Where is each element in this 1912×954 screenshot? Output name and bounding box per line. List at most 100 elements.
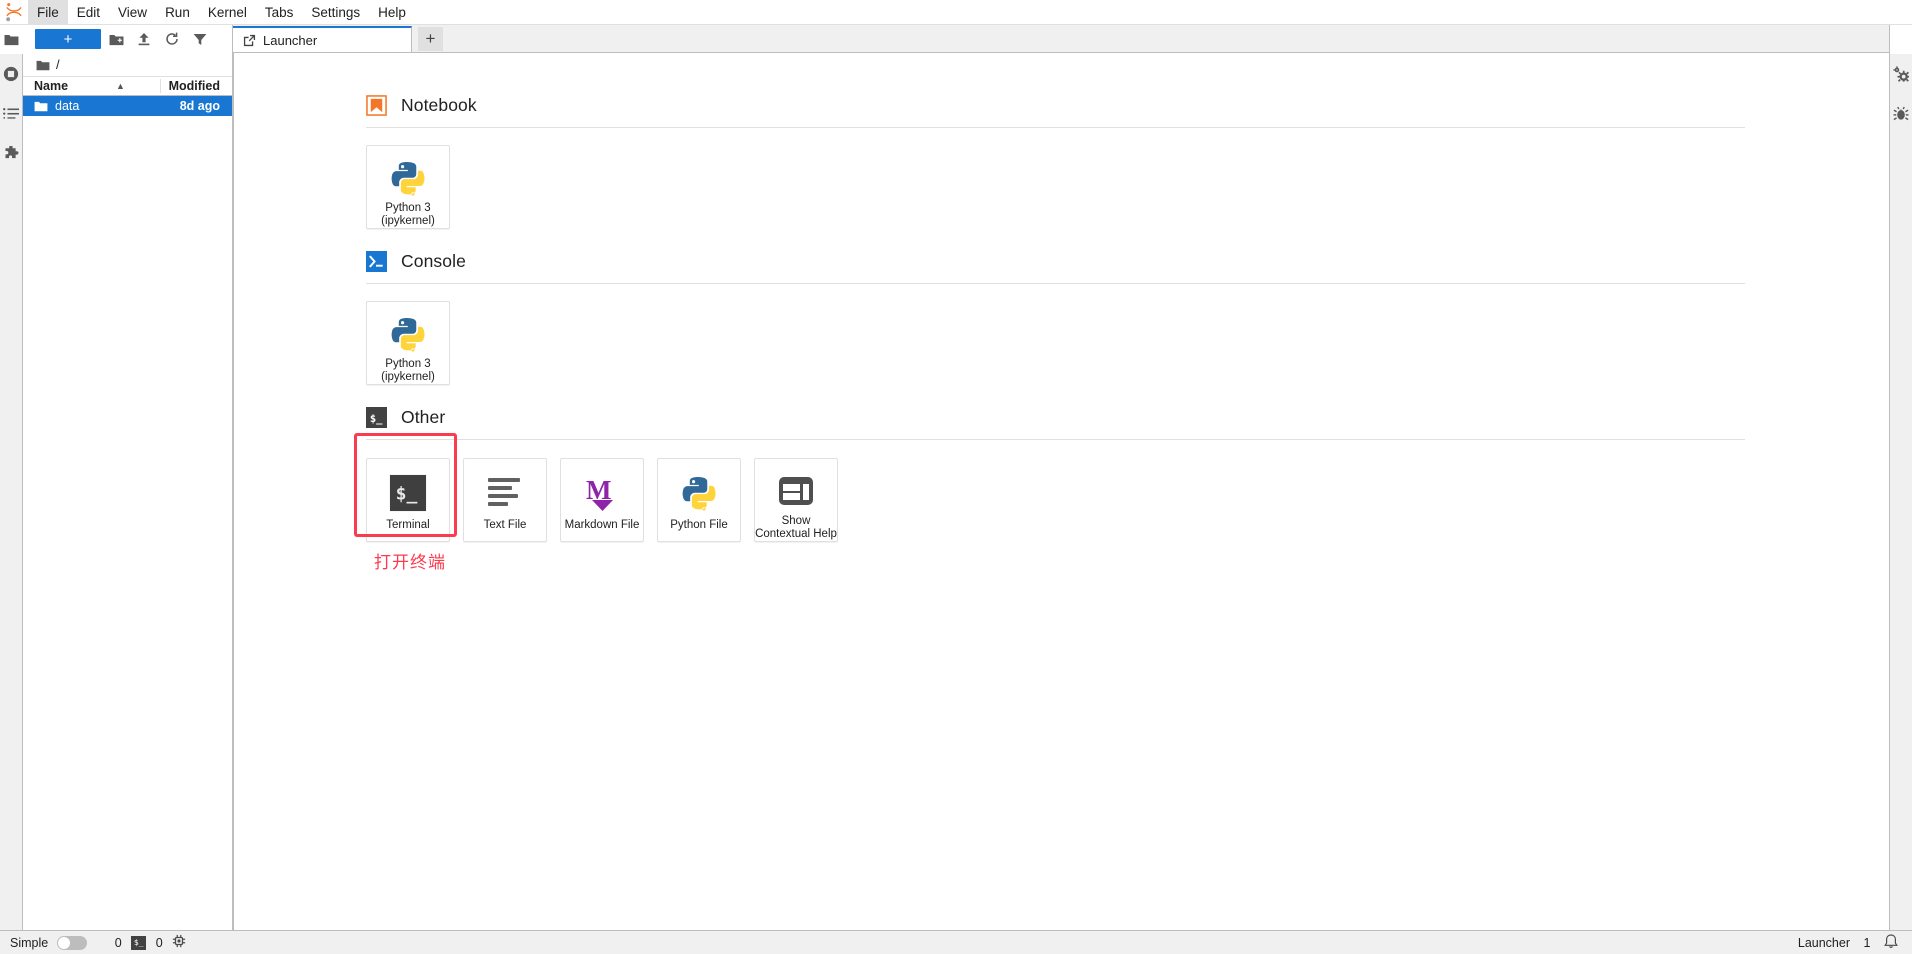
card-label-line1: Python 3 <box>385 358 431 370</box>
section-header: $_ Other <box>366 407 1745 440</box>
svg-text:$_: $_ <box>396 484 418 505</box>
right-sidebar <box>1889 25 1912 930</box>
card-label: Show Contextual Help <box>755 515 837 541</box>
new-launcher-button[interactable]: + <box>35 29 101 49</box>
bell-icon[interactable] <box>1884 933 1898 952</box>
breadcrumb[interactable]: / <box>23 54 232 76</box>
card-label: Python File <box>670 519 728 531</box>
column-header-name[interactable]: Name ▲ <box>34 79 160 93</box>
tab-launcher[interactable]: Launcher <box>233 26 412 52</box>
file-browser-panel: + / Name ▲ Modified data 8d ago <box>23 25 233 930</box>
menu-bar: File Edit View Run Kernel Tabs Settings … <box>0 0 1912 25</box>
left-sidebar <box>0 25 23 930</box>
file-list: data 8d ago <box>23 96 232 930</box>
notification-count: 1 <box>1863 935 1871 950</box>
card-grid: Python 3 (ipykernel) <box>366 128 1745 229</box>
menu-settings[interactable]: Settings <box>302 0 369 25</box>
file-modified: 8d ago <box>179 99 220 113</box>
breadcrumb-path: / <box>56 57 60 72</box>
card-grid: $_ Terminal Text File M Markdown File Py… <box>366 440 1745 542</box>
toggle-knob <box>58 936 71 949</box>
section-header: Notebook <box>366 95 1745 128</box>
markdown-icon: M <box>584 472 620 514</box>
section-title: Other <box>401 407 446 427</box>
upload-button[interactable] <box>131 28 157 50</box>
card-label: Markdown File <box>564 519 640 531</box>
notebook-bookmark-icon <box>366 95 387 116</box>
terminal-badge-icon: $_ <box>131 935 147 950</box>
console-prompt-icon <box>366 251 387 272</box>
launcher-icon <box>243 34 256 46</box>
file-list-item[interactable]: data 8d ago <box>23 96 232 116</box>
upload-icon <box>138 33 150 46</box>
dock-area: Launcher + Notebook Python 3 (ipykernel)… <box>233 25 1889 930</box>
jupyterlab-window: File Edit View Run Kernel Tabs Settings … <box>0 0 1912 954</box>
menu-edit[interactable]: Edit <box>68 0 109 25</box>
status-current-tab[interactable]: Launcher <box>1798 936 1850 950</box>
python-logo-icon <box>389 315 427 353</box>
card-label: Python 3 (ipykernel) <box>367 202 449 228</box>
python-logo-icon <box>680 472 718 514</box>
property-inspector-icon <box>1893 66 1909 82</box>
file-browser-toolbar: + <box>23 25 232 54</box>
folder-icon <box>36 60 50 70</box>
launcher-card-text-file[interactable]: Text File <box>463 458 547 542</box>
file-name: data <box>55 99 80 113</box>
main-area: + / Name ▲ Modified data 8d ago Launcher… <box>0 25 1912 930</box>
launcher-card-python3-notebook[interactable]: Python 3 (ipykernel) <box>366 145 450 229</box>
sidebar-item-property-inspector[interactable] <box>1890 54 1912 94</box>
section-title: Notebook <box>401 95 477 115</box>
card-label-line2: (ipykernel) <box>381 215 435 227</box>
launcher-card-contextual-help[interactable]: Show Contextual Help <box>754 458 838 542</box>
card-label-line1: Python 3 <box>385 202 431 214</box>
launcher-card-markdown-file[interactable]: M Markdown File <box>560 458 644 542</box>
card-label: Text File <box>483 519 527 531</box>
svg-text:$_: $_ <box>370 413 383 425</box>
menu-help[interactable]: Help <box>369 0 415 25</box>
terminal-prompt-icon: $_ <box>366 407 387 428</box>
column-header-modified[interactable]: Modified <box>160 79 232 93</box>
tab-label: Launcher <box>263 32 318 48</box>
column-header-name-label: Name <box>34 79 69 93</box>
sidebar-item-toc[interactable] <box>0 94 23 134</box>
debugger-bug-icon <box>1893 106 1909 121</box>
simple-mode-label: Simple <box>10 935 49 950</box>
simple-mode-toggle[interactable] <box>57 935 88 950</box>
jupyter-logo-icon <box>0 0 28 24</box>
launcher-card-terminal[interactable]: $_ Terminal <box>366 458 450 542</box>
folder-icon <box>34 101 48 112</box>
filter-button[interactable] <box>187 28 213 50</box>
launcher-panel: Notebook Python 3 (ipykernel) Console Py… <box>233 53 1889 930</box>
card-label-line2: Contextual Help <box>755 528 837 540</box>
menu-kernel[interactable]: Kernel <box>199 0 256 25</box>
folder-icon-slot[interactable] <box>0 25 23 54</box>
kernel-status-icon[interactable] <box>172 934 186 951</box>
sidebar-item-debugger[interactable] <box>1890 94 1912 134</box>
launcher-card-python-file[interactable]: Python File <box>657 458 741 542</box>
menu-tabs[interactable]: Tabs <box>256 0 303 25</box>
sort-ascending-icon: ▲ <box>116 81 125 91</box>
card-label-line1: Show <box>781 515 811 527</box>
sidebar-item-extensions[interactable] <box>0 134 23 174</box>
running-kernels-icon <box>3 66 19 82</box>
launcher-section-console: Console Python 3 (ipykernel) <box>234 251 1889 385</box>
text-file-icon <box>486 472 524 514</box>
kernel-count: 0 <box>114 935 122 950</box>
card-label: Python 3 (ipykernel) <box>367 358 449 384</box>
card-label-line2: (ipykernel) <box>381 371 435 383</box>
terminal-count: 0 <box>155 935 163 950</box>
menu-view[interactable]: View <box>109 0 156 25</box>
menu-run[interactable]: Run <box>156 0 199 25</box>
new-folder-button[interactable] <box>103 28 129 50</box>
card-grid: Python 3 (ipykernel) <box>366 284 1745 385</box>
new-tab-button[interactable]: + <box>418 27 443 51</box>
card-label: Terminal <box>386 519 430 531</box>
tab-bar: Launcher + <box>233 25 1889 53</box>
menu-file[interactable]: File <box>28 0 68 25</box>
annotation-text: 打开终端 <box>374 553 446 573</box>
launcher-card-python3-console[interactable]: Python 3 (ipykernel) <box>366 301 450 385</box>
refresh-icon <box>166 32 178 45</box>
extension-manager-icon <box>5 146 19 159</box>
sidebar-item-running[interactable] <box>0 54 23 94</box>
refresh-button[interactable] <box>159 28 185 50</box>
